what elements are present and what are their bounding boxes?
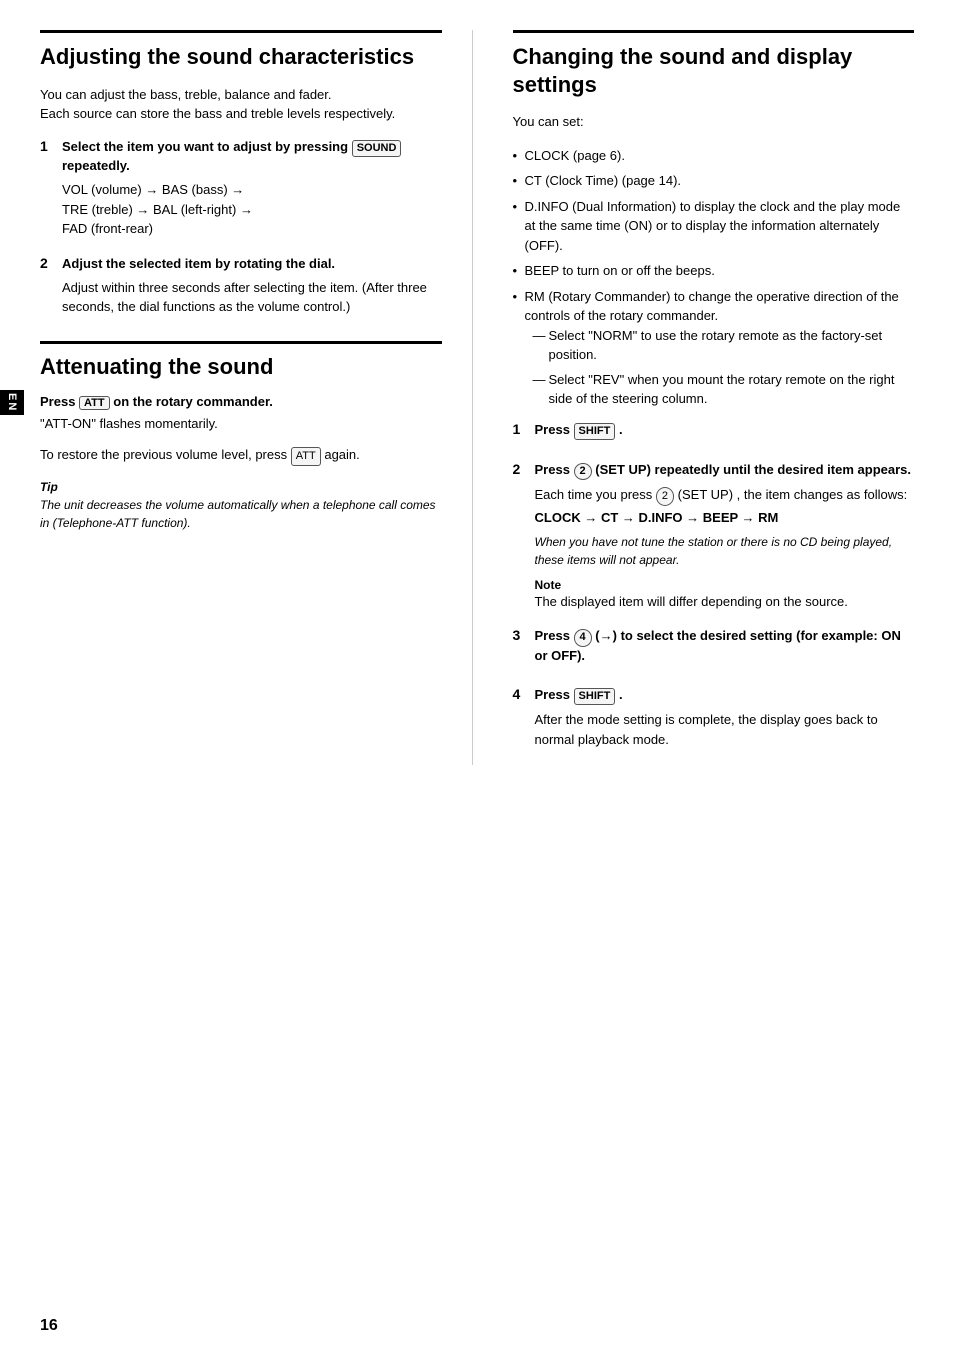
tip-label: Tip <box>40 480 58 494</box>
changing-step-4-content: Press SHIFT . After the mode setting is … <box>535 686 915 749</box>
changing-step-1-content: Press SHIFT . <box>535 421 915 445</box>
sub-norm: Select "NORM" to use the rotary remote a… <box>525 326 915 365</box>
sub-rev: Select "REV" when you mount the rotary r… <box>525 370 915 409</box>
changing-step-1-num: 1 <box>513 421 535 437</box>
2-key: 2 <box>574 463 592 480</box>
changing-step-3-heading: Press 4 (→) to select the desired settin… <box>535 627 915 665</box>
note-label: Note <box>535 578 562 592</box>
adjusting-section: Adjusting the sound characteristics You … <box>40 30 442 317</box>
changing-step-4-body: After the mode setting is complete, the … <box>535 710 915 749</box>
changing-step-4-num: 4 <box>513 686 535 702</box>
changing-step-3-num: 3 <box>513 627 535 643</box>
step-1-heading: Select the item you want to adjust by pr… <box>62 138 442 176</box>
att-on-text: "ATT-ON" flashes momentarily. <box>40 414 442 434</box>
adjusting-intro: You can adjust the bass, treble, balance… <box>40 85 442 124</box>
italic-note: When you have not tune the station or th… <box>535 533 915 569</box>
changing-intro: You can set: <box>513 112 915 132</box>
flow-line-1: VOL (volume) → BAS (bass) → <box>62 180 442 200</box>
changing-step-2: 2 Press 2 (SET UP) repeatedly until the … <box>513 461 915 611</box>
step-2-content: Adjust the selected item by rotating the… <box>62 255 442 317</box>
changing-title: Changing the sound and display settings <box>513 30 915 98</box>
shift-key-1: SHIFT <box>574 423 616 440</box>
bullet-rm: RM (Rotary Commander) to change the oper… <box>513 287 915 409</box>
settings-bullet-list: CLOCK (page 6). CT (Clock Time) (page 14… <box>513 146 915 409</box>
step-1-body: VOL (volume) → BAS (bass) → TRE (treble)… <box>62 180 442 239</box>
step-1-content: Select the item you want to adjust by pr… <box>62 138 442 239</box>
press-4-text: Press <box>535 628 570 643</box>
page: EN Adjusting the sound characteristics Y… <box>0 0 954 1355</box>
att-key: ATT <box>79 396 110 410</box>
changing-step-2-content: Press 2 (SET UP) repeatedly until the de… <box>535 461 915 611</box>
step-2-heading: Adjust the selected item by rotating the… <box>62 255 442 273</box>
bullet-ct: CT (Clock Time) (page 14). <box>513 171 915 191</box>
changing-step-1-heading: Press SHIFT . <box>535 421 915 440</box>
adjusting-title: Adjusting the sound characteristics <box>40 30 442 71</box>
step-2-body: Adjust within three seconds after select… <box>62 278 442 317</box>
intro-line-2: Each source can store the bass and trebl… <box>40 106 395 121</box>
flow-line-3: FAD (front-rear) <box>62 219 442 239</box>
press-2-text: Press <box>535 462 570 477</box>
press-tail: on the rotary commander. <box>113 394 273 409</box>
changing-step-2-num: 2 <box>513 461 535 477</box>
step-1-heading-tail: repeatedly. <box>62 158 130 173</box>
clock-flow: CLOCK → CT → D.INFO → BEEP → RM <box>535 510 915 525</box>
en-badge: EN <box>0 390 24 415</box>
period-4: . <box>619 687 623 702</box>
bullet-beep: BEEP to turn on or off the beeps. <box>513 261 915 281</box>
bullet-rm-text: RM (Rotary Commander) to change the oper… <box>525 289 899 324</box>
changing-step-1: 1 Press SHIFT . <box>513 421 915 445</box>
page-number: 16 <box>40 1317 58 1335</box>
body-kbd-label: (SET UP) <box>678 487 733 502</box>
right-column: Changing the sound and display settings … <box>503 30 915 765</box>
adjusting-step-1: 1 Select the item you want to adjust by … <box>40 138 442 239</box>
att-press-line: Press ATT on the rotary commander. <box>40 394 442 410</box>
body-intro: Each time you press <box>535 487 653 502</box>
attenuating-title: Attenuating the sound <box>40 354 442 380</box>
step-1-number: 1 <box>40 138 62 154</box>
body-tail: , the item changes as follows: <box>737 487 908 502</box>
changing-step-3: 3 Press 4 (→) to select the desired sett… <box>513 627 915 670</box>
bullet-dinfo: D.INFO (Dual Information) to display the… <box>513 197 915 256</box>
intro-line-1: You can adjust the bass, treble, balance… <box>40 87 332 102</box>
press-shift-text: Press <box>535 422 570 437</box>
bullet-clock: CLOCK (page 6). <box>513 146 915 166</box>
changing-step-4: 4 Press SHIFT . After the mode setting i… <box>513 686 915 749</box>
step-1-heading-text: Select the item you want to adjust by pr… <box>62 139 348 154</box>
sound-key: SOUND <box>352 140 402 157</box>
press-text: Press <box>40 394 75 409</box>
adjusting-step-2: 2 Adjust the selected item by rotating t… <box>40 255 442 317</box>
note-block: Note The displayed item will differ depe… <box>535 577 915 612</box>
restore-text-label: To restore the previous volume level, pr… <box>40 447 287 462</box>
restore-tail: again. <box>324 447 359 462</box>
note-body: The displayed item will differ depending… <box>535 594 848 609</box>
changing-step-2-body: Each time you press 2 (SET UP) , the ite… <box>535 485 915 506</box>
changing-step-3-content: Press 4 (→) to select the desired settin… <box>535 627 915 670</box>
period-1: . <box>619 422 623 437</box>
changing-step-2-heading: Press 2 (SET UP) repeatedly until the de… <box>535 461 915 480</box>
restore-text: To restore the previous volume level, pr… <box>40 445 442 466</box>
step2-heading-post: (SET UP) repeatedly until the desired it… <box>595 462 911 477</box>
tip-block: Tip The unit decreases the volume automa… <box>40 478 442 532</box>
tip-body: The unit decreases the volume automatica… <box>40 498 436 530</box>
attenuating-section: Attenuating the sound Press ATT on the r… <box>40 341 442 532</box>
4-key: 4 <box>574 629 592 646</box>
2-key-body: 2 <box>656 487 674 506</box>
changing-step-4-heading: Press SHIFT . <box>535 686 915 705</box>
press-shift-4-text: Press <box>535 687 570 702</box>
flow-line-2: TRE (treble) → BAL (left-right) → <box>62 200 442 220</box>
shift-key-2: SHIFT <box>574 688 616 705</box>
att-key-2: ATT <box>291 447 321 466</box>
step-2-number: 2 <box>40 255 62 271</box>
left-column: Adjusting the sound characteristics You … <box>40 30 473 765</box>
